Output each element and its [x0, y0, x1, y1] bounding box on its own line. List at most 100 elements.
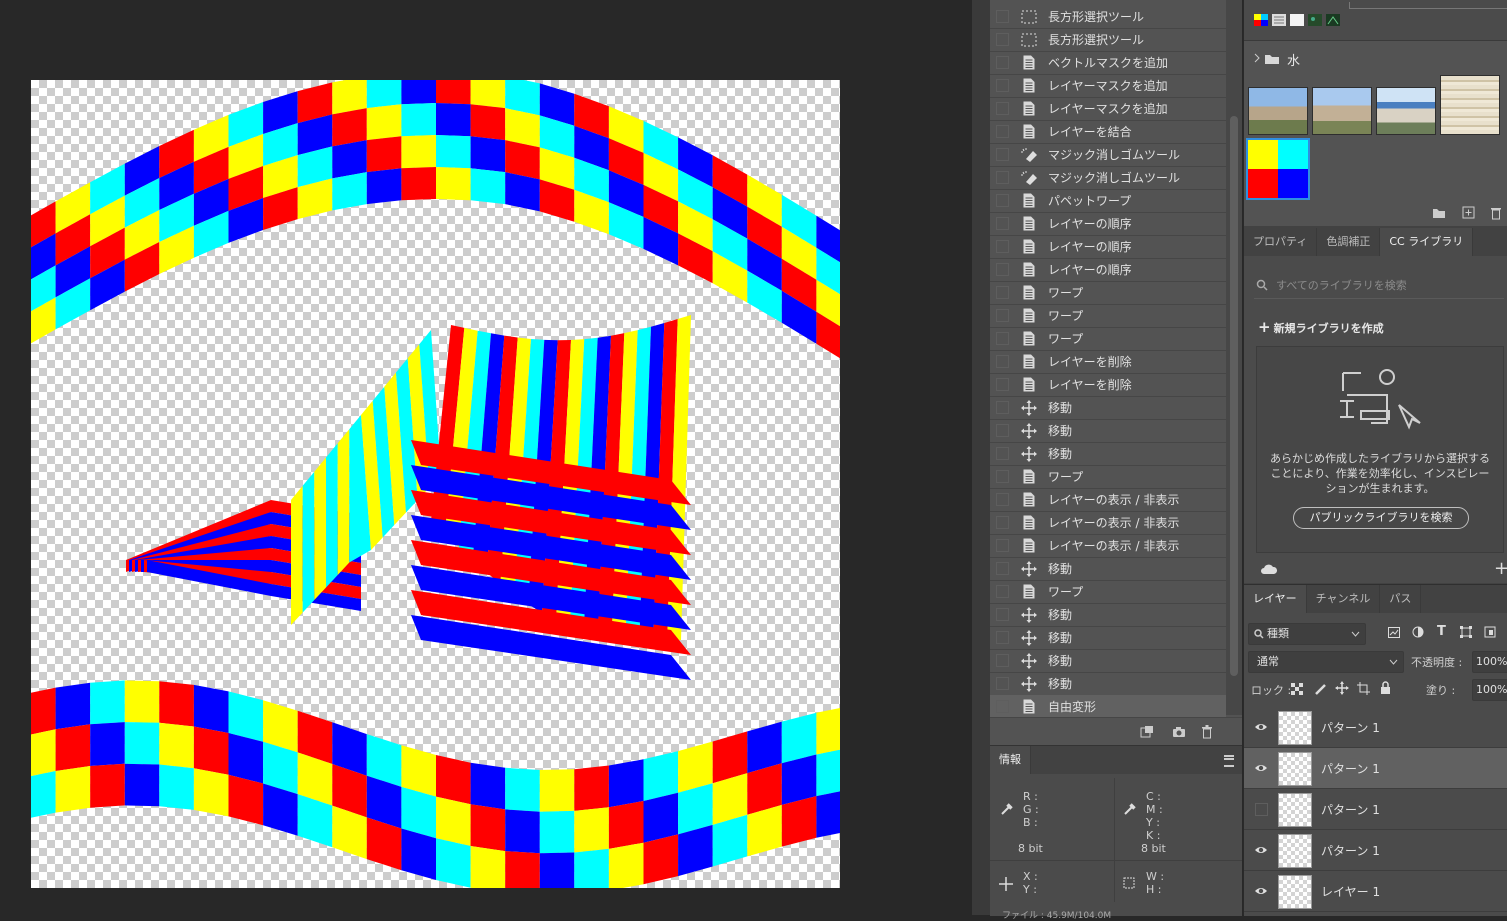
tab-cc-libraries[interactable]: CC ライブラリ [1380, 228, 1474, 256]
layer-row[interactable]: パターン 1 [1244, 748, 1507, 789]
history-item[interactable]: 移動 [990, 626, 1226, 650]
visibility-toggle[interactable] [1255, 803, 1268, 816]
history-snapshot-checkbox[interactable] [996, 654, 1009, 667]
history-snapshot-checkbox[interactable] [996, 539, 1009, 552]
opacity-field[interactable]: 100% [1472, 651, 1507, 673]
history-item[interactable]: 移動 [990, 419, 1226, 443]
history-snapshot-checkbox[interactable] [996, 194, 1009, 207]
history-item[interactable]: レイヤーの順序 [990, 258, 1226, 282]
history-item[interactable]: 長方形選択ツール [990, 5, 1226, 29]
history-item[interactable]: レイヤーの順序 [990, 235, 1226, 259]
history-item[interactable]: 自由変形 [990, 695, 1226, 719]
history-item[interactable]: ワープ [990, 281, 1226, 305]
history-item[interactable]: マジック消しゴムツール [990, 143, 1226, 167]
tab-paths[interactable]: パス [1380, 585, 1422, 613]
history-item[interactable]: 移動 [990, 603, 1226, 627]
add-icon[interactable]: + [1494, 558, 1507, 579]
history-item[interactable]: 移動 [990, 672, 1226, 696]
history-snapshot-checkbox[interactable] [996, 171, 1009, 184]
history-item[interactable]: ワープ [990, 327, 1226, 351]
history-snapshot-checkbox[interactable] [996, 355, 1009, 368]
library-search-input[interactable]: すべてのライブラリを検索 [1276, 277, 1407, 293]
filter-adjustment-icon[interactable] [1412, 626, 1424, 638]
history-snapshot-checkbox[interactable] [996, 447, 1009, 460]
history-scroll-thumb[interactable] [1230, 116, 1238, 676]
filter-pixel-icon[interactable] [1388, 627, 1400, 638]
trash-icon[interactable] [1201, 725, 1213, 739]
history-snapshot-checkbox[interactable] [996, 332, 1009, 345]
eye-icon[interactable] [1254, 761, 1268, 775]
tab-adjustments[interactable]: 色調補正 [1317, 228, 1381, 256]
fill-field[interactable]: 100% [1472, 679, 1507, 701]
history-snapshot-checkbox[interactable] [996, 10, 1009, 23]
history-snapshot-checkbox[interactable] [996, 33, 1009, 46]
tab-properties[interactable]: プロパティ [1244, 228, 1318, 256]
lock-all-icon[interactable] [1380, 681, 1391, 694]
new-document-from-state-icon[interactable] [1140, 726, 1154, 738]
history-snapshot-checkbox[interactable] [996, 585, 1009, 598]
history-item[interactable]: ワープ [990, 580, 1226, 604]
search-field-stub[interactable] [1349, 2, 1507, 9]
history-snapshot-checkbox[interactable] [996, 401, 1009, 414]
history-snapshot-checkbox[interactable] [996, 608, 1009, 621]
history-snapshot-checkbox[interactable] [996, 516, 1009, 529]
history-snapshot-checkbox[interactable] [996, 240, 1009, 253]
lock-position-icon[interactable] [1335, 681, 1349, 695]
history-item[interactable]: ワープ [990, 465, 1226, 489]
eye-icon[interactable] [1254, 884, 1268, 898]
history-snapshot-checkbox[interactable] [996, 148, 1009, 161]
history-snapshot-checkbox[interactable] [996, 378, 1009, 391]
folder-name[interactable]: 水 [1287, 50, 1300, 69]
lock-image-icon[interactable] [1314, 682, 1327, 695]
library-thumb-house-2[interactable] [1312, 87, 1372, 135]
history-item[interactable]: パペットワープ [990, 189, 1226, 213]
history-item[interactable]: レイヤーを削除 [990, 373, 1226, 397]
document-canvas[interactable] [31, 80, 840, 888]
paragraph-style-icon[interactable] [1272, 14, 1286, 26]
history-snapshot-checkbox[interactable] [996, 424, 1009, 437]
layer-name[interactable]: パターン 1 [1321, 842, 1380, 859]
history-item[interactable]: 移動 [990, 557, 1226, 581]
panel-menu-icon[interactable] [1224, 755, 1234, 767]
history-item[interactable]: レイヤーの表示 / 非表示 [990, 534, 1226, 558]
layer-row[interactable]: パターン 1 [1244, 830, 1507, 871]
library-thumb-pattern[interactable] [1246, 138, 1310, 200]
add-element-icon[interactable] [1462, 206, 1475, 219]
layer-row[interactable]: レイヤー 1 [1244, 871, 1507, 912]
library-thumb-house-3[interactable] [1376, 87, 1436, 135]
history-snapshot-checkbox[interactable] [996, 700, 1009, 713]
history-item[interactable]: レイヤーを結合 [990, 120, 1226, 144]
history-snapshot-checkbox[interactable] [996, 79, 1009, 92]
chevron-right-icon[interactable] [1253, 53, 1261, 63]
history-item[interactable]: ワープ [990, 304, 1226, 328]
tab-layers[interactable]: レイヤー [1244, 585, 1307, 613]
layer-name[interactable]: レイヤー 1 [1321, 883, 1380, 900]
layer-name[interactable]: パターン 1 [1321, 719, 1380, 736]
library-thumb-wood[interactable] [1440, 75, 1500, 135]
eye-icon[interactable] [1254, 720, 1268, 734]
history-snapshot-checkbox[interactable] [996, 263, 1009, 276]
blend-mode-dropdown[interactable]: 通常 [1248, 651, 1404, 673]
history-snapshot-checkbox[interactable] [996, 217, 1009, 230]
history-item[interactable]: 移動 [990, 649, 1226, 673]
layer-row[interactable]: パターン 1 [1244, 789, 1507, 830]
graphic-white-icon[interactable] [1290, 14, 1304, 26]
tab-channels[interactable]: チャンネル [1307, 585, 1381, 613]
new-library-button[interactable]: + 新規ライブラリを作成 [1258, 318, 1384, 336]
history-snapshot-checkbox[interactable] [996, 286, 1009, 299]
history-item[interactable]: 移動 [990, 442, 1226, 466]
history-item[interactable]: 移動 [990, 396, 1226, 420]
layer-name[interactable]: パターン 1 [1321, 801, 1380, 818]
history-item[interactable]: レイヤーの表示 / 非表示 [990, 511, 1226, 535]
history-item[interactable]: 長方形選択ツール [990, 28, 1226, 52]
layer-name[interactable]: パターン 1 [1321, 760, 1380, 777]
history-snapshot-checkbox[interactable] [996, 631, 1009, 644]
history-item[interactable]: レイヤーを削除 [990, 350, 1226, 374]
history-item[interactable]: ベクトルマスクを追加 [990, 51, 1226, 75]
new-folder-icon[interactable] [1432, 207, 1446, 219]
tab-info[interactable]: 情報 [990, 746, 1031, 774]
color-swatch-icon[interactable] [1254, 14, 1268, 26]
history-snapshot-checkbox[interactable] [996, 56, 1009, 69]
history-item[interactable]: マジック消しゴムツール [990, 166, 1226, 190]
pattern-dark-icon[interactable] [1308, 14, 1322, 26]
